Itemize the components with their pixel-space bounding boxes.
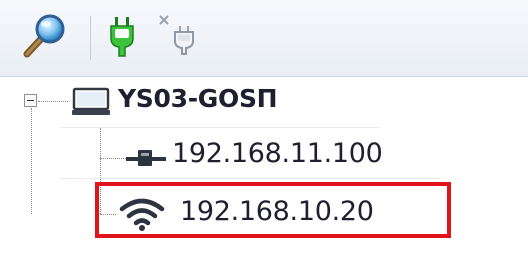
tree-connector bbox=[31, 108, 32, 214]
search-button[interactable] bbox=[20, 12, 70, 60]
tree-node-root-label[interactable]: YS03-GOSП bbox=[118, 84, 278, 113]
tree-connector bbox=[38, 101, 68, 102]
row-divider bbox=[60, 178, 440, 179]
computer-icon bbox=[72, 87, 110, 115]
disconnect-button[interactable] bbox=[158, 12, 198, 60]
tree-connector bbox=[100, 158, 126, 159]
tree-node-ethernet-label[interactable]: 192.168.11.100 bbox=[172, 138, 383, 169]
collapse-toggle[interactable] bbox=[24, 94, 37, 107]
search-icon bbox=[23, 14, 65, 58]
plug-connect-icon bbox=[110, 17, 134, 57]
toolbar-separator bbox=[90, 16, 91, 60]
ethernet-icon bbox=[126, 150, 166, 166]
highlight-box bbox=[95, 182, 451, 238]
plug-disconnect-icon bbox=[159, 15, 194, 55]
toolbar bbox=[0, 0, 528, 77]
row-divider bbox=[60, 127, 380, 128]
connect-button[interactable] bbox=[104, 12, 140, 60]
